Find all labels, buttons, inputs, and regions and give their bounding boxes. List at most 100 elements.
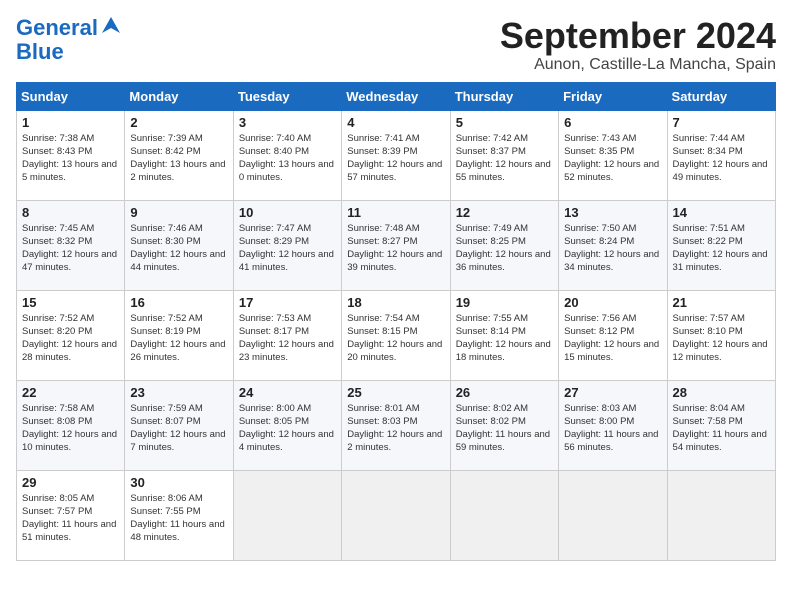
calendar-cell: 7 Sunrise: 7:44 AMSunset: 8:34 PMDaylight… [667, 110, 775, 200]
calendar-cell: 19Sunrise: 7:55 AMSunset: 8:14 PMDayligh… [450, 290, 558, 380]
day-number: 4 [347, 115, 444, 130]
col-header-friday: Friday [559, 82, 667, 110]
day-number: 2 [130, 115, 227, 130]
day-number: 12 [456, 205, 553, 220]
col-header-tuesday: Tuesday [233, 82, 341, 110]
day-number: 21 [673, 295, 770, 310]
calendar-cell: 16 Sunrise: 7:52 AMSunset: 8:19 PMDayligh… [125, 290, 233, 380]
day-info: Sunrise: 8:01 AMSunset: 8:03 PMDaylight:… [347, 402, 444, 455]
day-info: Sunrise: 7:57 AMSunset: 8:10 PMDaylight:… [673, 312, 770, 365]
calendar-cell [559, 470, 667, 560]
day-info: Sunrise: 7:44 AMSunset: 8:34 PMDaylight:… [673, 132, 770, 185]
calendar-cell: 26 Sunrise: 8:02 AMSunset: 8:02 PMDayligh… [450, 380, 558, 470]
day-number: 9 [130, 205, 227, 220]
day-info: Sunrise: 7:47 AMSunset: 8:29 PMDaylight:… [239, 222, 336, 275]
day-number: 22 [22, 385, 119, 400]
day-number: 30 [130, 475, 227, 490]
calendar-cell: 28 Sunrise: 8:04 AMSunset: 7:58 PMDayligh… [667, 380, 775, 470]
day-info: Sunrise: 7:51 AMSunset: 8:22 PMDaylight:… [673, 222, 770, 275]
day-info: Sunrise: 8:04 AMSunset: 7:58 PMDaylight:… [673, 402, 770, 455]
day-info: Sunrise: 7:52 AMSunset: 8:20 PMDaylight:… [22, 312, 119, 365]
day-info: Sunrise: 7:48 AMSunset: 8:27 PMDaylight:… [347, 222, 444, 275]
day-info: Sunrise: 7:50 AMSunset: 8:24 PMDaylight:… [564, 222, 661, 275]
calendar-cell: 13 Sunrise: 7:50 AMSunset: 8:24 PMDayligh… [559, 200, 667, 290]
location-title: Aunon, Castille-La Mancha, Spain [500, 56, 776, 74]
calendar-cell: 14Sunrise: 7:51 AMSunset: 8:22 PMDayligh… [667, 200, 775, 290]
day-info: Sunrise: 8:05 AMSunset: 7:57 PMDaylight:… [22, 492, 119, 545]
calendar-cell: 20 Sunrise: 7:56 AMSunset: 8:12 PMDayligh… [559, 290, 667, 380]
day-number: 1 [22, 115, 119, 130]
day-info: Sunrise: 7:58 AMSunset: 8:08 PMDaylight:… [22, 402, 119, 455]
logo-blue: Blue [16, 40, 64, 64]
day-number: 19 [456, 295, 553, 310]
day-number: 20 [564, 295, 661, 310]
logo-general: General [16, 15, 98, 40]
day-info: Sunrise: 7:52 AMSunset: 8:19 PMDaylight:… [130, 312, 227, 365]
col-header-sunday: Sunday [17, 82, 125, 110]
day-info: Sunrise: 7:45 AMSunset: 8:32 PMDaylight:… [22, 222, 119, 275]
day-number: 23 [130, 385, 227, 400]
calendar-cell: 3Sunrise: 7:40 AMSunset: 8:40 PMDaylight… [233, 110, 341, 200]
day-info: Sunrise: 7:59 AMSunset: 8:07 PMDaylight:… [130, 402, 227, 455]
day-number: 25 [347, 385, 444, 400]
day-info: Sunrise: 7:40 AMSunset: 8:40 PMDaylight:… [239, 132, 336, 185]
day-info: Sunrise: 7:54 AMSunset: 8:15 PMDaylight:… [347, 312, 444, 365]
day-number: 10 [239, 205, 336, 220]
day-number: 24 [239, 385, 336, 400]
day-info: Sunrise: 7:41 AMSunset: 8:39 PMDaylight:… [347, 132, 444, 185]
day-number: 28 [673, 385, 770, 400]
calendar-cell: 23 Sunrise: 7:59 AMSunset: 8:07 PMDayligh… [125, 380, 233, 470]
logo: General Blue [16, 16, 122, 64]
day-info: Sunrise: 7:39 AMSunset: 8:42 PMDaylight:… [130, 132, 227, 185]
day-number: 17 [239, 295, 336, 310]
calendar-cell: 11 Sunrise: 7:48 AMSunset: 8:27 PMDayligh… [342, 200, 450, 290]
calendar-cell: 24 Sunrise: 8:00 AMSunset: 8:05 PMDayligh… [233, 380, 341, 470]
day-info: Sunrise: 7:42 AMSunset: 8:37 PMDaylight:… [456, 132, 553, 185]
day-info: Sunrise: 7:46 AMSunset: 8:30 PMDaylight:… [130, 222, 227, 275]
calendar-cell: 27 Sunrise: 8:03 AMSunset: 8:00 PMDayligh… [559, 380, 667, 470]
day-info: Sunrise: 7:56 AMSunset: 8:12 PMDaylight:… [564, 312, 661, 365]
day-number: 16 [130, 295, 227, 310]
day-number: 11 [347, 205, 444, 220]
day-number: 27 [564, 385, 661, 400]
day-number: 29 [22, 475, 119, 490]
calendar-cell: 29 Sunrise: 8:05 AMSunset: 7:57 PMDayligh… [17, 470, 125, 560]
day-number: 8 [22, 205, 119, 220]
calendar-cell: 1 Sunrise: 7:38 AMSunset: 8:43 PMDaylight… [17, 110, 125, 200]
col-header-monday: Monday [125, 82, 233, 110]
calendar-cell: 9 Sunrise: 7:46 AMSunset: 8:30 PMDaylight… [125, 200, 233, 290]
day-info: Sunrise: 7:43 AMSunset: 8:35 PMDaylight:… [564, 132, 661, 185]
day-info: Sunrise: 8:02 AMSunset: 8:02 PMDaylight:… [456, 402, 553, 455]
month-title: September 2024 [500, 16, 776, 56]
calendar-cell: 17 Sunrise: 7:53 AMSunset: 8:17 PMDayligh… [233, 290, 341, 380]
title-area: September 2024 Aunon, Castille-La Mancha… [500, 16, 776, 74]
day-number: 15 [22, 295, 119, 310]
day-info: Sunrise: 7:38 AMSunset: 8:43 PMDaylight:… [22, 132, 119, 185]
calendar-cell [450, 470, 558, 560]
calendar-cell: 22 Sunrise: 7:58 AMSunset: 8:08 PMDayligh… [17, 380, 125, 470]
logo-icon [100, 15, 122, 37]
day-info: Sunrise: 8:00 AMSunset: 8:05 PMDaylight:… [239, 402, 336, 455]
day-info: Sunrise: 8:03 AMSunset: 8:00 PMDaylight:… [564, 402, 661, 455]
calendar-cell [233, 470, 341, 560]
calendar-cell: 6Sunrise: 7:43 AMSunset: 8:35 PMDaylight… [559, 110, 667, 200]
calendar-cell: 5Sunrise: 7:42 AMSunset: 8:37 PMDaylight… [450, 110, 558, 200]
calendar-cell: 15 Sunrise: 7:52 AMSunset: 8:20 PMDayligh… [17, 290, 125, 380]
day-number: 13 [564, 205, 661, 220]
calendar-cell: 4 Sunrise: 7:41 AMSunset: 8:39 PMDaylight… [342, 110, 450, 200]
day-info: Sunrise: 7:49 AMSunset: 8:25 PMDaylight:… [456, 222, 553, 275]
day-number: 18 [347, 295, 444, 310]
calendar-cell: 2 Sunrise: 7:39 AMSunset: 8:42 PMDaylight… [125, 110, 233, 200]
col-header-wednesday: Wednesday [342, 82, 450, 110]
day-number: 26 [456, 385, 553, 400]
calendar-cell: 8 Sunrise: 7:45 AMSunset: 8:32 PMDaylight… [17, 200, 125, 290]
calendar-cell: 12 Sunrise: 7:49 AMSunset: 8:25 PMDayligh… [450, 200, 558, 290]
calendar-cell [667, 470, 775, 560]
calendar-cell: 30 Sunrise: 8:06 AMSunset: 7:55 PMDayligh… [125, 470, 233, 560]
day-number: 7 [673, 115, 770, 130]
day-info: Sunrise: 8:06 AMSunset: 7:55 PMDaylight:… [130, 492, 227, 545]
calendar-cell [342, 470, 450, 560]
day-info: Sunrise: 7:53 AMSunset: 8:17 PMDaylight:… [239, 312, 336, 365]
col-header-saturday: Saturday [667, 82, 775, 110]
calendar-cell: 10 Sunrise: 7:47 AMSunset: 8:29 PMDayligh… [233, 200, 341, 290]
